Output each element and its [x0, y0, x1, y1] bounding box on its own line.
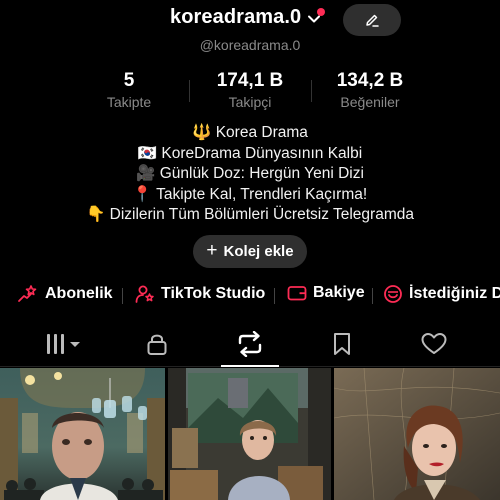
- stat-following-label: Takipte: [106, 94, 152, 110]
- tab-reposts[interactable]: [215, 322, 285, 366]
- link-balance-label: Bakiye: [313, 284, 365, 301]
- video-thumbnail[interactable]: [334, 368, 500, 500]
- stat-followers-value: 174,1 B: [216, 70, 284, 91]
- link-tiktok-studio-label: TikTok Studio: [161, 285, 266, 302]
- active-tab-indicator: [221, 365, 279, 367]
- notification-dot: [317, 8, 325, 16]
- add-collection-label: Kolej ekle: [223, 243, 294, 260]
- stat-divider: [189, 80, 190, 102]
- video-grid: [0, 368, 500, 500]
- stat-likes-label: Beğeniler: [340, 94, 400, 110]
- edit-profile-button[interactable]: [343, 4, 401, 36]
- bookmark-icon: [334, 333, 350, 355]
- creator-links: Abonelik TikTok Studio Bakiye İstediğini…: [0, 284, 500, 308]
- stat-followers[interactable]: 174,1 B Takipçi: [205, 70, 295, 110]
- link-separator: [372, 288, 373, 304]
- account-switcher[interactable]: koreadrama.0: [170, 6, 321, 29]
- link-balance[interactable]: Bakiye: [287, 284, 365, 302]
- profile-stats: 5 Takipte 174,1 B Takipçi 134,2 B Beğeni…: [0, 70, 500, 116]
- video-thumbnail[interactable]: [168, 368, 331, 500]
- profile-header: koreadrama.0 @koreadrama.0: [0, 0, 500, 60]
- link-subscription-label: Abonelik: [45, 285, 113, 302]
- repost-icon: [238, 331, 262, 357]
- stat-following-value: 5: [123, 70, 135, 91]
- video-thumbnail-image: [334, 368, 500, 500]
- bio-line: 📍 Takipte Kal, Trendleri Kaçırma!: [132, 185, 368, 203]
- link-separator: [274, 288, 275, 304]
- link-subscription[interactable]: Abonelik: [17, 284, 113, 304]
- grid-icon: [47, 334, 80, 354]
- video-thumbnail[interactable]: [0, 368, 165, 500]
- person-star-icon: [135, 285, 154, 303]
- link-requests[interactable]: İstediğiniz D: [383, 284, 500, 304]
- video-thumbnail-image: [168, 368, 331, 500]
- stat-following[interactable]: 5 Takipte: [93, 70, 165, 110]
- user-handle: @koreadrama.0: [199, 37, 301, 53]
- bio-line: 🇰🇷 KoreDrama Dünyasının Kalbi: [137, 144, 363, 162]
- plus-icon: +: [206, 239, 218, 261]
- lock-icon: [147, 334, 167, 355]
- video-thumbnail-image: [0, 368, 165, 500]
- smile-box-icon: [384, 285, 402, 303]
- stat-divider: [311, 80, 312, 102]
- profile-bio: 🔱 Korea Drama 🇰🇷 KoreDrama Dünyasının Ka…: [0, 123, 500, 226]
- link-tiktok-studio[interactable]: TikTok Studio: [135, 284, 265, 304]
- wallet-icon: [287, 286, 307, 301]
- pencil-icon: [366, 14, 379, 27]
- add-collection-button[interactable]: + Kolej ekle: [193, 235, 307, 268]
- tab-liked[interactable]: [399, 322, 469, 366]
- tab-videos[interactable]: [29, 322, 99, 366]
- link-requests-label: İstediğiniz D: [409, 285, 500, 302]
- tab-saved[interactable]: [307, 322, 377, 366]
- bio-line: 👇 Dizilerin Tüm Bölümleri Ücretsiz Teleg…: [86, 206, 414, 224]
- stat-likes[interactable]: 134,2 B Beğeniler: [325, 70, 415, 110]
- username: koreadrama.0: [170, 6, 302, 28]
- heart-icon: [421, 333, 447, 354]
- profile-tabs: [0, 322, 500, 367]
- stat-likes-value: 134,2 B: [336, 70, 404, 91]
- bio-line: 🔱 Korea Drama: [192, 124, 308, 141]
- bio-line: 🎥 Günlük Doz: Hergün Yeni Dizi: [136, 165, 364, 183]
- tab-private[interactable]: [122, 322, 192, 366]
- link-separator: [122, 288, 123, 304]
- stat-followers-label: Takipçi: [228, 94, 272, 110]
- star-hand-icon: [18, 285, 37, 302]
